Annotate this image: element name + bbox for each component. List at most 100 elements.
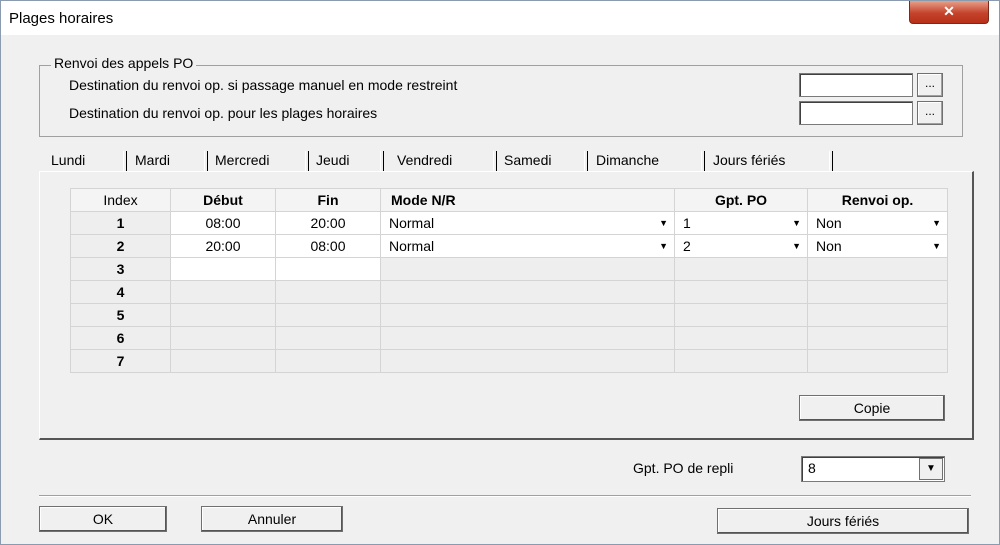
table-header-row: Index Début Fin Mode N/R Gpt. PO Renvoi … <box>70 188 948 212</box>
debut-cell[interactable] <box>170 280 276 304</box>
row-index: 2 <box>70 234 171 258</box>
title-bar: Plages horaires ✕ <box>1 1 999 35</box>
debut-cell[interactable]: 20:00 <box>170 234 276 258</box>
gpt-cell[interactable] <box>674 280 808 304</box>
debut-cell[interactable] <box>170 257 276 281</box>
header-gpt: Gpt. PO <box>674 188 808 212</box>
close-button[interactable]: ✕ <box>909 1 989 24</box>
tab-lundi[interactable]: Lundi <box>47 149 89 171</box>
gpt-cell[interactable] <box>674 257 808 281</box>
row-index: 7 <box>70 349 171 373</box>
renvoi-dropdown[interactable]: Non ▼ <box>807 234 948 258</box>
fin-cell[interactable] <box>275 303 381 327</box>
debut-cell[interactable]: 08:00 <box>170 211 276 235</box>
header-renvoi: Renvoi op. <box>807 188 948 212</box>
mode-cell[interactable] <box>380 326 675 350</box>
row-index: 1 <box>70 211 171 235</box>
fin-cell[interactable] <box>275 280 381 304</box>
tab-vendredi[interactable]: Vendredi <box>393 149 456 171</box>
renvoi-manuel-field[interactable] <box>799 73 913 97</box>
mode-value: Normal <box>389 238 435 254</box>
fin-cell[interactable]: 08:00 <box>275 234 381 258</box>
fin-cell[interactable] <box>275 326 381 350</box>
dropdown-arrow-icon[interactable]: ▼ <box>792 212 801 234</box>
mode-cell[interactable] <box>380 257 675 281</box>
tab-separator <box>701 151 705 171</box>
table-row[interactable]: 1 08:00 20:00 Normal ▼ 1 ▼ Non ▼ <box>70 211 948 235</box>
header-fin: Fin <box>275 188 381 212</box>
renvoi-group-legend: Renvoi des appels PO <box>51 55 197 71</box>
tab-mardi[interactable]: Mardi <box>131 149 174 171</box>
renvoi-value: Non <box>816 215 842 231</box>
mode-value: Normal <box>389 215 435 231</box>
annuler-button[interactable]: Annuler <box>201 506 343 532</box>
renvoi-cell[interactable] <box>807 326 948 350</box>
ok-button[interactable]: OK <box>39 506 167 532</box>
fin-cell[interactable] <box>275 349 381 373</box>
debut-cell[interactable] <box>170 303 276 327</box>
dropdown-arrow-icon[interactable]: ▼ <box>932 235 941 257</box>
tab-jeudi[interactable]: Jeudi <box>312 149 353 171</box>
row-index: 4 <box>70 280 171 304</box>
gpt-cell[interactable] <box>674 303 808 327</box>
table-row[interactable]: 4 <box>70 280 948 304</box>
renvoi-cell[interactable] <box>807 257 948 281</box>
renvoi-value: Non <box>816 238 842 254</box>
mode-dropdown[interactable]: Normal ▼ <box>380 211 675 235</box>
renvoi-plages-field[interactable] <box>799 101 913 125</box>
mode-cell[interactable] <box>380 349 675 373</box>
table-row[interactable]: 6 <box>70 326 948 350</box>
tab-separator <box>584 151 588 171</box>
tab-mercredi[interactable]: Mercredi <box>211 149 273 171</box>
debut-cell[interactable] <box>170 326 276 350</box>
copie-button[interactable]: Copie <box>799 395 945 421</box>
fin-cell[interactable]: 20:00 <box>275 211 381 235</box>
dropdown-arrow-icon[interactable]: ▼ <box>792 235 801 257</box>
mode-dropdown[interactable]: Normal ▼ <box>380 234 675 258</box>
tab-dimanche[interactable]: Dimanche <box>592 149 663 171</box>
renvoi-plages-label: Destination du renvoi op. pour les plage… <box>69 105 378 121</box>
repli-select[interactable]: 8 ▼ <box>801 456 945 482</box>
gpt-cell[interactable] <box>674 349 808 373</box>
renvoi-dropdown[interactable]: Non ▼ <box>807 211 948 235</box>
row-index: 3 <box>70 257 171 281</box>
debut-cell[interactable] <box>170 349 276 373</box>
row-index: 5 <box>70 303 171 327</box>
gpt-cell[interactable] <box>674 326 808 350</box>
repli-label: Gpt. PO de repli <box>633 460 734 476</box>
plages-table: Index Début Fin Mode N/R Gpt. PO Renvoi … <box>70 188 948 373</box>
repli-value: 8 <box>808 460 816 476</box>
table-row[interactable]: 2 20:00 08:00 Normal ▼ 2 ▼ Non ▼ <box>70 234 948 258</box>
gpt-value: 1 <box>683 215 691 231</box>
jours-feries-button[interactable]: Jours fériés <box>717 508 969 534</box>
dialog-window: Plages horaires ✕ Renvoi des appels PO D… <box>0 0 1000 545</box>
renvoi-plages-browse-button[interactable]: ... <box>917 101 943 125</box>
gpt-value: 2 <box>683 238 691 254</box>
table-row[interactable]: 3 <box>70 257 948 281</box>
renvoi-manuel-label: Destination du renvoi op. si passage man… <box>69 77 458 93</box>
footer-separator <box>39 495 971 497</box>
tab-jours-feries[interactable]: Jours fériés <box>709 149 789 171</box>
mode-cell[interactable] <box>380 303 675 327</box>
dropdown-arrow-icon[interactable]: ▼ <box>932 212 941 234</box>
renvoi-manuel-browse-button[interactable]: ... <box>917 73 943 97</box>
gpt-dropdown[interactable]: 2 ▼ <box>674 234 808 258</box>
table-row[interactable]: 7 <box>70 349 948 373</box>
renvoi-cell[interactable] <box>807 303 948 327</box>
fin-cell[interactable] <box>275 257 381 281</box>
dropdown-arrow-icon[interactable]: ▼ <box>659 235 668 257</box>
header-mode: Mode N/R <box>380 188 675 212</box>
header-index: Index <box>70 188 171 212</box>
renvoi-cell[interactable] <box>807 349 948 373</box>
mode-cell[interactable] <box>380 280 675 304</box>
row-index: 6 <box>70 326 171 350</box>
dropdown-arrow-icon[interactable]: ▼ <box>659 212 668 234</box>
renvoi-cell[interactable] <box>807 280 948 304</box>
chevron-down-icon[interactable]: ▼ <box>919 458 943 480</box>
table-row[interactable]: 5 <box>70 303 948 327</box>
tab-separator <box>204 151 208 171</box>
gpt-dropdown[interactable]: 1 ▼ <box>674 211 808 235</box>
tab-samedi[interactable]: Samedi <box>500 149 555 171</box>
window-title: Plages horaires <box>9 10 114 27</box>
tab-separator <box>305 151 309 171</box>
